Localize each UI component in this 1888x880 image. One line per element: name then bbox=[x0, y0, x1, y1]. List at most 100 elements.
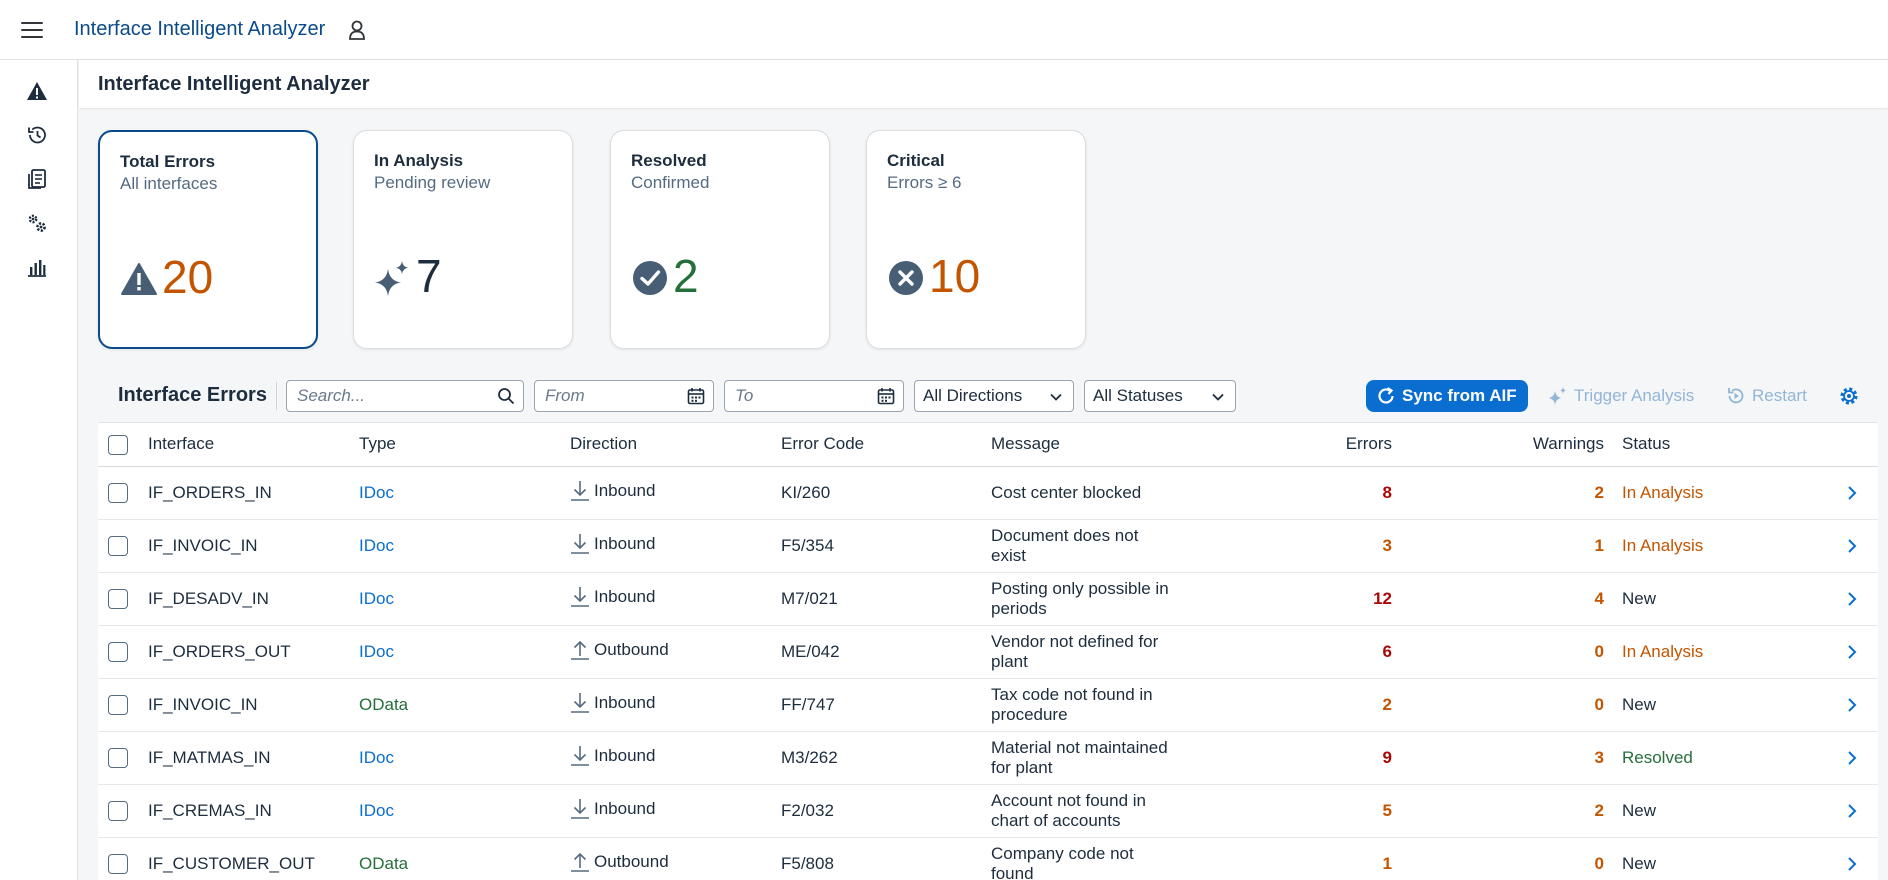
status-text: New bbox=[1622, 854, 1657, 873]
warning-count: 4 bbox=[1594, 589, 1604, 608]
interface-name: IF_INVOIC_IN bbox=[148, 695, 258, 714]
table-row[interactable]: IF_INVOIC_IN OData Inbound FF/747 Tax code n… bbox=[98, 679, 1878, 732]
to-placeholder: To bbox=[735, 386, 754, 405]
app-title[interactable]: Interface Intelligent Analyzer bbox=[74, 18, 325, 41]
column-header-warnings[interactable]: Warnings bbox=[1498, 434, 1604, 454]
chevron-right-icon[interactable] bbox=[1846, 856, 1858, 872]
check-circle-icon bbox=[631, 259, 669, 297]
tile-value: 7 bbox=[416, 250, 442, 302]
tile-resolved[interactable]: Resolved Confirmed 2 bbox=[610, 130, 830, 349]
warning-count: 2 bbox=[1594, 801, 1604, 820]
alert-icon[interactable] bbox=[24, 78, 50, 104]
menu-icon[interactable] bbox=[21, 16, 49, 44]
to-date-field[interactable]: To bbox=[724, 380, 904, 412]
message-cell: Company code not found bbox=[991, 844, 1191, 880]
table-row[interactable]: IF_CREMAS_IN IDoc Inbound F2/032 Account not… bbox=[98, 785, 1878, 838]
status-text: In Analysis bbox=[1622, 536, 1704, 555]
status-select[interactable]: All Statuses bbox=[1084, 380, 1236, 412]
column-header-type[interactable]: Type bbox=[359, 434, 396, 454]
message-line: Account not found in bbox=[991, 791, 1147, 810]
arrow-down-icon bbox=[571, 799, 589, 819]
history-icon[interactable] bbox=[24, 122, 50, 148]
table-row[interactable]: IF_CUSTOMER_OUT OData Outbound F5/808 Compan… bbox=[98, 838, 1878, 880]
warning-count: 0 bbox=[1594, 854, 1604, 873]
direction-cell: Inbound bbox=[570, 744, 655, 768]
message-cell: Account not found in chart of accounts bbox=[991, 791, 1191, 831]
interface-name: IF_CUSTOMER_OUT bbox=[148, 854, 315, 873]
interface-name: IF_ORDERS_IN bbox=[148, 483, 272, 502]
error-count: 2 bbox=[1382, 695, 1392, 714]
column-header-error-code[interactable]: Error Code bbox=[781, 434, 864, 454]
column-header-interface[interactable]: Interface bbox=[148, 434, 214, 454]
user-icon[interactable] bbox=[345, 18, 369, 42]
row-checkbox[interactable] bbox=[108, 748, 128, 768]
interface-name: IF_ORDERS_OUT bbox=[148, 642, 291, 661]
chevron-right-icon[interactable] bbox=[1846, 485, 1858, 501]
chevron-right-icon[interactable] bbox=[1846, 538, 1858, 554]
message-line: periods bbox=[991, 599, 1047, 618]
interface-name: IF_MATMAS_IN bbox=[148, 748, 271, 767]
page-title: Interface Intelligent Analyzer bbox=[98, 73, 370, 95]
search-icon[interactable] bbox=[497, 387, 515, 405]
table-row[interactable]: IF_INVOIC_IN IDoc Inbound F5/354 Document do… bbox=[98, 520, 1878, 573]
status-text: New bbox=[1622, 589, 1657, 608]
row-checkbox[interactable] bbox=[108, 483, 128, 503]
error-code: FF/747 bbox=[781, 695, 835, 714]
restart-button[interactable]: Restart bbox=[1726, 380, 1807, 412]
select-all-checkbox[interactable] bbox=[108, 435, 128, 455]
tile-in-analysis[interactable]: In Analysis Pending review 7 bbox=[353, 130, 573, 349]
row-checkbox[interactable] bbox=[108, 854, 128, 874]
sync-from-aif-button[interactable]: Sync from AIF bbox=[1366, 380, 1528, 412]
message-line: Company code not bbox=[991, 844, 1134, 863]
column-header-errors[interactable]: Errors bbox=[1298, 434, 1392, 454]
search-input[interactable]: Search... bbox=[286, 380, 524, 412]
tile-title: Critical bbox=[887, 151, 945, 170]
column-header-status[interactable]: Status bbox=[1622, 434, 1670, 454]
message-line: Vendor not defined for bbox=[991, 632, 1159, 651]
interface-type: OData bbox=[359, 695, 409, 714]
calendar-icon[interactable] bbox=[687, 387, 705, 405]
status-text: New bbox=[1622, 695, 1657, 714]
tile-total-errors[interactable]: Total Errors All interfaces 20 bbox=[98, 130, 318, 349]
row-checkbox[interactable] bbox=[108, 536, 128, 556]
calendar-icon[interactable] bbox=[877, 387, 895, 405]
chevron-right-icon[interactable] bbox=[1846, 750, 1858, 766]
message-line: exist bbox=[991, 546, 1026, 565]
chevron-right-icon[interactable] bbox=[1846, 644, 1858, 660]
chart-icon[interactable] bbox=[24, 254, 50, 280]
chevron-right-icon[interactable] bbox=[1846, 591, 1858, 607]
tile-critical[interactable]: Critical Errors ≥ 6 10 bbox=[866, 130, 1086, 349]
arrow-down-icon bbox=[571, 534, 589, 554]
column-header-direction[interactable]: Direction bbox=[570, 434, 637, 454]
documents-icon[interactable] bbox=[24, 166, 50, 192]
message-line: chart of accounts bbox=[991, 811, 1121, 830]
row-checkbox[interactable] bbox=[108, 801, 128, 821]
tile-subtitle: All interfaces bbox=[120, 174, 218, 193]
message-cell: Document does not exist bbox=[991, 526, 1191, 566]
direction-select[interactable]: All Directions bbox=[914, 380, 1074, 412]
error-code: F5/354 bbox=[781, 536, 834, 555]
trigger-analysis-button[interactable]: Trigger Analysis bbox=[1548, 380, 1694, 412]
interface-type: IDoc bbox=[359, 589, 394, 608]
status-text: In Analysis bbox=[1622, 642, 1704, 661]
error-count: 6 bbox=[1382, 642, 1392, 661]
table-row[interactable]: IF_DESADV_IN IDoc Inbound M7/021 Posting onl… bbox=[98, 573, 1878, 626]
column-header-message[interactable]: Message bbox=[991, 434, 1060, 454]
chevron-right-icon[interactable] bbox=[1846, 697, 1858, 713]
direction-cell: Inbound bbox=[570, 585, 655, 609]
table-row[interactable]: IF_ORDERS_OUT IDoc Outbound ME/042 Vendor no… bbox=[98, 626, 1878, 679]
gear-icon[interactable] bbox=[1838, 385, 1860, 407]
table-row[interactable]: IF_MATMAS_IN IDoc Inbound M3/262 Material no… bbox=[98, 732, 1878, 785]
message-cell: Material not maintained for plant bbox=[991, 738, 1191, 778]
chevron-down-icon bbox=[1212, 393, 1224, 401]
settings-icon[interactable] bbox=[24, 210, 50, 236]
chevron-right-icon[interactable] bbox=[1846, 803, 1858, 819]
interface-name: IF_DESADV_IN bbox=[148, 589, 269, 608]
row-checkbox[interactable] bbox=[108, 642, 128, 662]
direction-cell: Inbound bbox=[570, 479, 655, 503]
row-checkbox[interactable] bbox=[108, 695, 128, 715]
from-date-field[interactable]: From bbox=[534, 380, 714, 412]
row-checkbox[interactable] bbox=[108, 589, 128, 609]
message-cell: Posting only possible in periods bbox=[991, 579, 1191, 619]
table-row[interactable]: IF_ORDERS_IN IDoc Inbound KI/260 Cost center… bbox=[98, 467, 1878, 520]
